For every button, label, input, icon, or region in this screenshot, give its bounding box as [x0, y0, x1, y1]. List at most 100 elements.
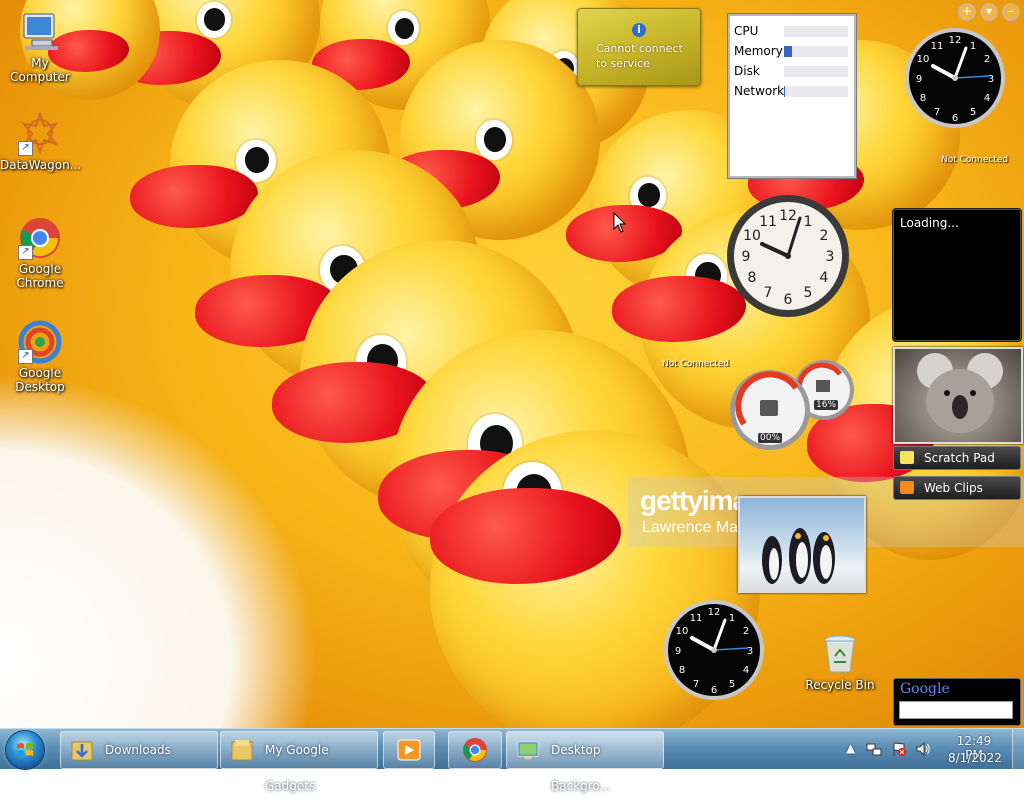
taskbar-button-my-google-gadgets[interactable]: My Google Gadgets — [220, 731, 378, 793]
network-bar-fill — [784, 86, 786, 97]
system-monitor-gadget[interactable]: CPU Memory Disk Network — [728, 14, 856, 178]
svg-text:1: 1 — [970, 41, 976, 52]
svg-text:5: 5 — [970, 107, 976, 118]
clock-gadget-classic[interactable]: 12 1 2 3 4567 8 9 10 11 — [726, 194, 850, 318]
desktop-icon-label: Google Chrome — [16, 262, 64, 290]
meter-label-cpu: CPU — [734, 24, 759, 38]
windows-logo-icon — [17, 743, 33, 756]
koala-photo — [917, 353, 1003, 433]
svg-text:9: 9 — [675, 646, 681, 657]
scratch-pad-label: Scratch Pad — [924, 451, 995, 465]
clock-gadget-dark-bottom[interactable]: 12 1 2 3 4567 8 9 10 11 — [662, 598, 766, 702]
svg-text:4: 4 — [984, 93, 990, 104]
memory-bar — [784, 46, 848, 57]
taskbar-button-label: Downloads — [105, 743, 171, 757]
web-clips-label: Web Clips — [924, 481, 983, 495]
desktop-icon-datawagon[interactable]: ↗ DataWagon... — [0, 110, 82, 172]
desktop-wallpaper — [0, 0, 1024, 728]
google-logo: Google — [900, 681, 950, 697]
svg-text:11: 11 — [690, 613, 703, 624]
media-player-icon — [397, 739, 421, 761]
recycle-bin-icon — [818, 632, 862, 676]
volume-icon[interactable] — [915, 741, 931, 757]
shortcut-arrow-icon: ↗ — [18, 141, 33, 156]
mouse-cursor-icon — [613, 212, 627, 233]
penguins-photo — [762, 528, 835, 584]
svg-text:5: 5 — [804, 285, 813, 301]
svg-text:2: 2 — [984, 54, 990, 65]
svg-text:4: 4 — [820, 270, 829, 286]
google-search-gadget[interactable]: Google — [893, 678, 1021, 726]
desktop-icon-google-desktop[interactable]: ↗ Google Desktop — [0, 320, 80, 394]
taskbar-pinned-media-player[interactable] — [383, 731, 435, 769]
taskbar-button-downloads[interactable]: Downloads — [60, 731, 218, 769]
chrome-icon — [463, 738, 487, 762]
clock-date[interactable]: 8/1/2022 — [948, 751, 1002, 765]
svg-text:2: 2 — [743, 626, 749, 637]
taskbar-button-desktop-background[interactable]: Desktop Backgro... — [506, 731, 664, 793]
svg-text:2: 2 — [820, 228, 829, 244]
svg-text:3: 3 — [826, 249, 835, 265]
slideshow-gadget-koala[interactable] — [893, 347, 1023, 444]
service-error-gadget[interactable]: i Cannot connect to service — [577, 8, 701, 86]
svg-text:12: 12 — [949, 35, 962, 46]
not-connected-label-top: Not Connected — [941, 155, 1009, 165]
show-desktop-button[interactable] — [1012, 729, 1024, 769]
disk-bar — [784, 66, 848, 77]
shortcut-arrow-icon: ↗ — [18, 245, 33, 260]
add-gadget-button[interactable]: + — [958, 3, 976, 21]
svg-text:9: 9 — [916, 74, 922, 85]
google-search-input[interactable] — [899, 701, 1013, 719]
svg-text:1: 1 — [804, 214, 813, 230]
svg-text:6: 6 — [711, 685, 717, 696]
svg-text:8: 8 — [920, 93, 926, 104]
sidebar-close-button[interactable]: – — [1002, 3, 1020, 21]
network-bar — [784, 86, 848, 97]
svg-text:6: 6 — [952, 113, 958, 124]
scratch-pad-gadget[interactable]: Scratch Pad — [893, 446, 1021, 470]
memory-bar-fill — [784, 46, 792, 57]
svg-text:4: 4 — [743, 665, 749, 676]
network-icon[interactable] — [866, 741, 882, 757]
cpu-gauge-left-value: 00% — [758, 433, 783, 443]
loading-text: Loading... — [900, 216, 959, 230]
desktop-icon-label: Recycle Bin — [805, 678, 875, 692]
sidebar-menu-button[interactable]: ▾ — [980, 3, 998, 21]
svg-text:8: 8 — [679, 665, 685, 676]
cpu-meter-gadget[interactable]: 00% 16% — [730, 358, 856, 454]
slideshow-gadget-penguins[interactable] — [738, 496, 866, 593]
desktop-icon-google-chrome[interactable]: ↗ Google Chrome — [0, 216, 80, 290]
action-center-flag-icon[interactable] — [891, 741, 907, 757]
cpu-bar — [784, 26, 848, 37]
svg-text:1: 1 — [729, 613, 735, 624]
desktop-icon-label: DataWagon... — [0, 158, 82, 172]
desktop-icon-label: Google Desktop — [15, 366, 65, 394]
desktop-icon-label: My Computer — [10, 56, 70, 84]
chrome-icon: ↗ — [18, 216, 62, 260]
taskbar-pinned-chrome[interactable] — [448, 731, 502, 769]
meter-label-memory: Memory — [734, 44, 783, 58]
show-hidden-icons-button[interactable]: ▲ — [846, 741, 855, 755]
desktop-icon-my-computer[interactable]: My Computer — [0, 10, 80, 84]
svg-text:12: 12 — [708, 607, 721, 618]
svg-text:7: 7 — [693, 679, 699, 690]
svg-text:7: 7 — [764, 285, 773, 301]
meter-label-disk: Disk — [734, 64, 760, 78]
svg-text:10: 10 — [676, 626, 689, 637]
web-clips-gadget[interactable]: Web Clips — [893, 476, 1021, 500]
taskbar-button-label: Desktop Backgro... — [551, 743, 611, 793]
desktop-icon-recycle-bin[interactable]: Recycle Bin — [800, 632, 880, 692]
taskbar: Downloads My Google Gadgets Desktop Back… — [0, 728, 1024, 793]
datawagon-logo-icon: ↗ — [18, 110, 62, 156]
shortcut-arrow-icon: ↗ — [18, 349, 33, 364]
service-error-text: Cannot connect to service — [596, 42, 683, 70]
folder-download-icon — [71, 741, 93, 761]
cpu-gauge-right-value: 16% — [814, 400, 839, 410]
clock-gadget-dark-top[interactable]: 12 1 2 3 4567 8 9 10 11 — [903, 26, 1007, 130]
taskbar-button-label: My Google Gadgets — [265, 743, 329, 793]
start-button[interactable] — [6, 731, 44, 769]
svg-text:11: 11 — [759, 214, 777, 230]
folder-icon — [231, 740, 253, 761]
loading-gadget[interactable]: Loading... — [893, 209, 1021, 341]
watermark-brand: gettyima — [640, 485, 748, 516]
